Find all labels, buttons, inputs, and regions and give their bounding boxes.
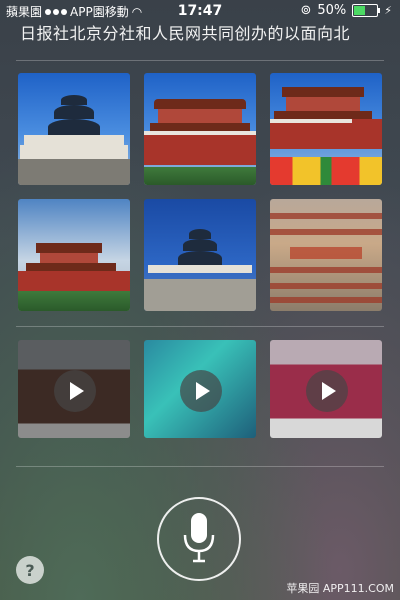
image-result-2[interactable] xyxy=(144,73,256,185)
help-button[interactable]: ? xyxy=(16,556,44,584)
video-result-1[interactable] xyxy=(18,340,130,438)
image-result-1[interactable] xyxy=(18,73,130,185)
image-result-4[interactable] xyxy=(18,199,130,311)
image-result-3[interactable] xyxy=(270,73,382,185)
play-icon[interactable] xyxy=(306,370,348,412)
watermark-bottom: 苹果园 APP111.COM xyxy=(286,582,394,595)
image-result-5[interactable] xyxy=(144,199,256,311)
status-right: ⊚ 50% ⚡ xyxy=(300,3,392,18)
rotation-lock-icon: ⊚ xyxy=(300,3,312,18)
battery-icon xyxy=(352,4,381,17)
siri-mic-button[interactable] xyxy=(157,497,241,581)
microphone-icon xyxy=(183,513,215,563)
video-result-2[interactable] xyxy=(144,340,256,438)
play-icon[interactable] xyxy=(54,370,96,412)
video-grid xyxy=(18,340,382,438)
battery-fill xyxy=(354,6,366,15)
siri-transcript: 日报社北京分社和人民网共同创办的以面向北 xyxy=(20,24,351,43)
divider-bottom xyxy=(16,466,384,467)
image-grid xyxy=(18,73,382,311)
charging-icon: ⚡ xyxy=(384,4,392,17)
play-icon[interactable] xyxy=(180,370,222,412)
divider-middle xyxy=(16,326,384,327)
image-result-6[interactable] xyxy=(270,199,382,311)
video-result-3[interactable] xyxy=(270,340,382,438)
divider-top xyxy=(16,60,384,61)
battery-percent: 50% xyxy=(317,3,347,18)
status-bar: 蘋果園 APP園移動 ◠ 17:47 ⊚ 50% ⚡ xyxy=(0,0,400,22)
